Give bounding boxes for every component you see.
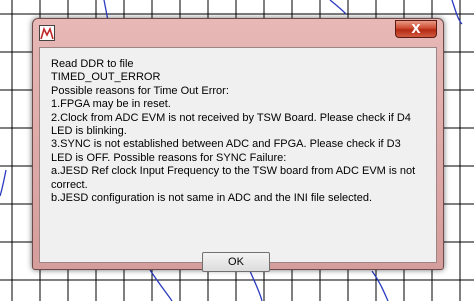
message-line: correct.	[51, 178, 88, 191]
message-line: LED is blinking.	[51, 125, 127, 138]
ok-button[interactable]: OK	[202, 252, 270, 272]
message-line: b.JESD configuration is not same in ADC …	[51, 192, 372, 205]
error-dialog: X Read DDR to file TIMED_OUT_ERROR Possi…	[32, 18, 444, 272]
message-line: LED is OFF. Possible reasons for SYNC Fa…	[51, 151, 287, 164]
message-line: Read DDR to file	[51, 58, 134, 70]
message-line: TIMED_OUT_ERROR	[51, 71, 161, 84]
close-icon: X	[411, 22, 421, 36]
close-button[interactable]: X	[395, 20, 437, 38]
error-message: Read DDR to file TIMED_OUT_ERROR Possibl…	[51, 58, 431, 205]
message-line: a.JESD Ref clock Input Frequency to the …	[51, 165, 416, 178]
dialog-content: Read DDR to file TIMED_OUT_ERROR Possibl…	[39, 47, 437, 272]
dialog-titlebar[interactable]: X	[33, 19, 443, 47]
app-icon	[39, 25, 55, 41]
message-line: 2.Clock from ADC EVM is not received by …	[51, 111, 411, 124]
message-line: 1.FPGA may be in reset.	[51, 98, 171, 111]
message-line: Possible reasons for Time Out Error:	[51, 84, 229, 97]
message-line: 3.SYNC is not established between ADC an…	[51, 138, 401, 151]
